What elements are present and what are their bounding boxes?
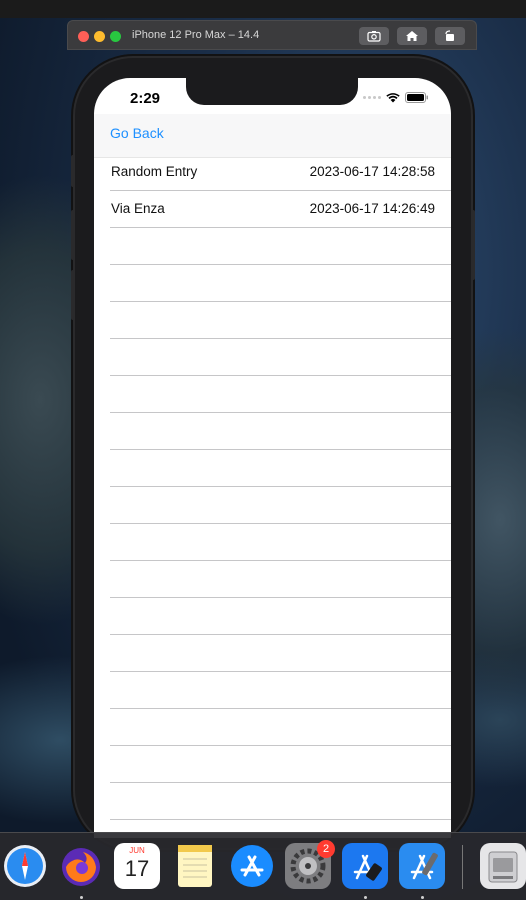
rotate-button[interactable] <box>435 27 465 45</box>
disk-utility-icon[interactable] <box>480 843 526 889</box>
entry-timestamp: 2023-06-17 14:26:49 <box>309 201 435 216</box>
empty-row <box>110 339 451 376</box>
power-button <box>471 210 475 280</box>
volume-down-button <box>71 270 75 320</box>
close-window-button[interactable] <box>78 31 89 42</box>
mute-switch <box>71 155 75 187</box>
empty-row <box>110 746 451 783</box>
calendar-month: JUN <box>129 846 145 855</box>
simulator-titlebar: iPhone 12 Pro Max – 14.4 <box>67 20 477 50</box>
running-indicator <box>421 896 424 899</box>
volume-up-button <box>71 210 75 260</box>
simulator-title: iPhone 12 Pro Max – 14.4 <box>132 29 260 41</box>
xcode-instruments-icon[interactable] <box>342 843 388 889</box>
empty-row <box>110 487 451 524</box>
empty-row <box>110 672 451 709</box>
running-indicator <box>364 896 367 899</box>
go-back-button[interactable]: Go Back <box>110 125 164 141</box>
app-store-icon[interactable] <box>229 843 275 889</box>
empty-row <box>110 598 451 635</box>
signal-icon <box>363 96 381 99</box>
list-item[interactable]: Via Enza 2023-06-17 14:26:49 <box>110 191 451 228</box>
empty-row <box>110 413 451 450</box>
camera-icon <box>367 31 381 42</box>
firefox-icon[interactable] <box>58 843 104 889</box>
empty-row <box>110 709 451 746</box>
device-screen: 2:29 Go Back Random Entry 2023-06-17 14:… <box>94 78 451 838</box>
status-time: 2:29 <box>130 90 161 107</box>
empty-row <box>110 450 451 487</box>
dock: JUN 17 <box>0 832 526 900</box>
notes-icon[interactable] <box>172 843 218 889</box>
notch <box>186 78 358 105</box>
entry-timestamp: 2023-06-17 14:28:58 <box>309 164 435 179</box>
menu-bar-strip <box>0 0 526 18</box>
navigation-bar: Go Back <box>94 114 451 158</box>
home-icon <box>406 31 418 41</box>
notification-badge: 2 <box>317 840 335 858</box>
entries-list: Random Entry 2023-06-17 14:28:58 Via Enz… <box>94 154 451 838</box>
status-icons <box>363 92 429 103</box>
dock-divider <box>462 845 463 889</box>
empty-row <box>110 635 451 672</box>
empty-row <box>110 561 451 598</box>
xcode-icon[interactable] <box>399 843 445 889</box>
entry-name: Via Enza <box>111 201 165 216</box>
rotate-icon <box>445 30 454 41</box>
safari-icon[interactable] <box>2 843 48 889</box>
minimize-window-button[interactable] <box>94 31 105 42</box>
list-item[interactable]: Random Entry 2023-06-17 14:28:58 <box>110 154 451 191</box>
zoom-window-button[interactable] <box>110 31 121 42</box>
calendar-icon[interactable]: JUN 17 <box>114 843 160 889</box>
empty-row <box>110 265 451 302</box>
screenshot-button[interactable] <box>359 27 389 45</box>
battery-icon <box>405 92 428 103</box>
empty-row <box>110 302 451 339</box>
empty-row <box>110 783 451 820</box>
empty-row <box>110 524 451 561</box>
empty-row <box>110 228 451 265</box>
home-button[interactable] <box>397 27 427 45</box>
running-indicator <box>80 896 83 899</box>
entry-name: Random Entry <box>111 164 198 179</box>
wifi-icon <box>386 92 400 102</box>
empty-row <box>110 376 451 413</box>
calendar-day: 17 <box>124 856 150 881</box>
